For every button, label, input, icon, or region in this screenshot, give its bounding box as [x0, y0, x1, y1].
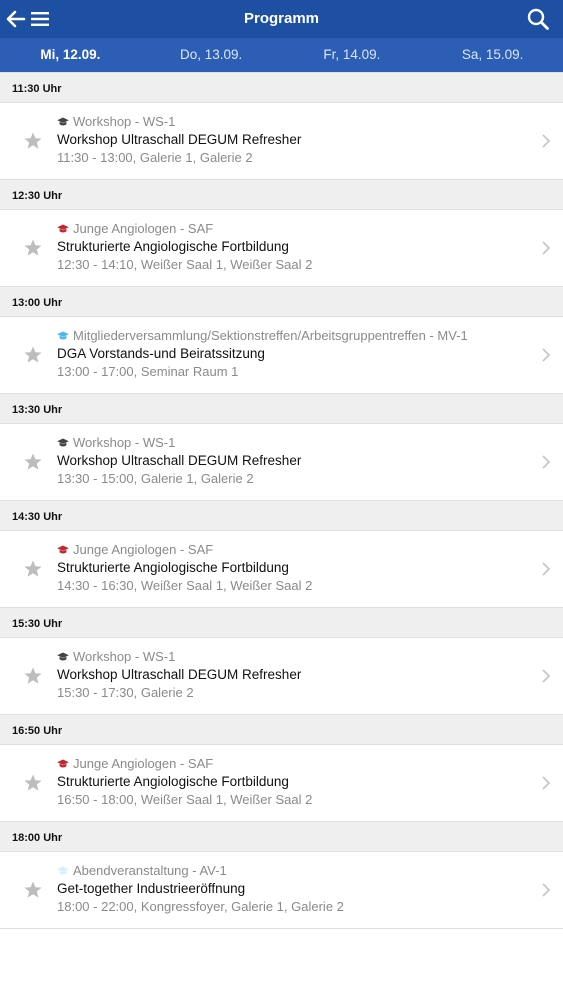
- session-details: 15:30 - 17:30, Galerie 2: [57, 685, 194, 700]
- session-category: Junge Angiologen - SAF: [57, 542, 213, 557]
- session-title: Strukturierte Angiologische Fortbildung: [57, 774, 289, 789]
- page-title: Programm: [243, 10, 320, 27]
- chevron-right-icon: [542, 883, 551, 897]
- session-row[interactable]: Junge Angiologen - SAF Strukturierte Angi…: [0, 210, 563, 286]
- session-category-label: Abendveranstaltung - AV-1: [73, 863, 227, 878]
- star-icon[interactable]: [23, 559, 43, 579]
- graduation-cap-icon: [57, 117, 69, 125]
- menu-button[interactable]: [30, 6, 50, 32]
- graduation-cap-icon: [57, 438, 69, 446]
- session-row[interactable]: Workshop - WS-1 Workshop Ultraschall DEGU…: [0, 638, 563, 714]
- search-button[interactable]: [525, 6, 551, 32]
- chevron-right-icon: [542, 241, 551, 255]
- hamburger-icon: [31, 12, 49, 26]
- session-category-label: Workshop - WS-1: [73, 435, 176, 450]
- session-category: Workshop - WS-1: [57, 114, 175, 129]
- chevron-right-icon: [542, 134, 551, 148]
- day-tab[interactable]: Sa, 15.09.: [422, 38, 563, 72]
- session-category: Junge Angiologen - SAF: [57, 756, 213, 771]
- star-icon[interactable]: [23, 452, 43, 472]
- star-icon[interactable]: [23, 880, 43, 900]
- day-tab[interactable]: Mi, 12.09.: [0, 38, 141, 72]
- day-tabs: Mi, 12.09. Do, 13.09. Fr, 14.09. Sa, 15.09.: [0, 38, 563, 72]
- session-category: Mitgliederversammlung/Sektionstreffen/Ar…: [57, 328, 468, 343]
- graduation-cap-icon: [57, 866, 69, 874]
- time-slot-header: 18:00 Uhr: [0, 821, 563, 852]
- session-title: Workshop Ultraschall DEGUM Refresher: [57, 667, 302, 682]
- session-details: 13:00 - 17:00, Seminar Raum 1: [57, 364, 239, 379]
- star-icon[interactable]: [23, 131, 43, 151]
- time-slot-header: 11:30 Uhr: [0, 72, 563, 103]
- session-details: 12:30 - 14:10, Weißer Saal 1, Weißer Saa…: [57, 257, 313, 272]
- session-row[interactable]: Workshop - WS-1 Workshop Ultraschall DEGU…: [0, 424, 563, 500]
- graduation-cap-icon: [57, 759, 69, 767]
- time-slot-header: 13:00 Uhr: [0, 286, 563, 317]
- session-list: 11:30 Uhr Workshop - WS-1 Workshop Ultrasc…: [0, 72, 563, 929]
- session-title: Workshop Ultraschall DEGUM Refresher: [57, 132, 302, 147]
- session-category: Workshop - WS-1: [57, 649, 175, 664]
- graduation-cap-icon: [57, 652, 69, 660]
- chevron-right-icon: [542, 669, 551, 683]
- session-category: Junge Angiologen - SAF: [57, 221, 213, 236]
- session-title: Workshop Ultraschall DEGUM Refresher: [57, 453, 302, 468]
- star-icon[interactable]: [23, 238, 43, 258]
- star-icon[interactable]: [23, 666, 43, 686]
- day-tab[interactable]: Fr, 14.09.: [282, 38, 423, 72]
- time-slot-header: 16:50 Uhr: [0, 714, 563, 745]
- session-category-label: Junge Angiologen - SAF: [73, 221, 214, 236]
- search-icon: [527, 8, 549, 30]
- day-tab[interactable]: Do, 13.09.: [141, 38, 282, 72]
- time-slot-header: 15:30 Uhr: [0, 607, 563, 638]
- time-slot-header: 12:30 Uhr: [0, 179, 563, 210]
- arrow-left-icon: [6, 10, 26, 28]
- chevron-right-icon: [542, 562, 551, 576]
- chevron-right-icon: [542, 348, 551, 362]
- session-title: DGA Vorstands-und Beiratssitzung: [57, 346, 265, 361]
- session-details: 16:50 - 18:00, Weißer Saal 1, Weißer Saa…: [57, 792, 313, 807]
- star-icon[interactable]: [23, 773, 43, 793]
- session-details: 11:30 - 13:00, Galerie 1, Galerie 2: [57, 150, 253, 165]
- star-icon[interactable]: [23, 345, 43, 365]
- chevron-right-icon: [542, 776, 551, 790]
- session-details: 18:00 - 22:00, Kongressfoyer, Galerie 1,…: [57, 899, 344, 914]
- chevron-right-icon: [542, 455, 551, 469]
- session-title: Strukturierte Angiologische Fortbildung: [57, 239, 289, 254]
- session-category-label: Junge Angiologen - SAF: [73, 756, 214, 771]
- session-title: Strukturierte Angiologische Fortbildung: [57, 560, 289, 575]
- session-category-label: Workshop - WS-1: [73, 649, 176, 664]
- list-divider: [0, 928, 563, 929]
- session-row[interactable]: Junge Angiologen - SAF Strukturierte Angi…: [0, 745, 563, 821]
- graduation-cap-icon: [57, 545, 69, 553]
- top-navbar: Programm: [0, 0, 563, 38]
- session-category-label: Workshop - WS-1: [73, 114, 176, 129]
- graduation-cap-icon: [57, 331, 69, 339]
- session-row[interactable]: Abendveranstaltung - AV-1 Get-together In…: [0, 852, 563, 928]
- session-category: Abendveranstaltung - AV-1: [57, 863, 227, 878]
- session-details: 14:30 - 16:30, Weißer Saal 1, Weißer Saa…: [57, 578, 313, 593]
- session-row[interactable]: Workshop - WS-1 Workshop Ultraschall DEGU…: [0, 103, 563, 179]
- session-details: 13:30 - 15:00, Galerie 1, Galerie 2: [57, 471, 254, 486]
- time-slot-header: 13:30 Uhr: [0, 393, 563, 424]
- session-category-label: Mitgliederversammlung/Sektionstreffen/Ar…: [73, 328, 468, 343]
- session-category-label: Junge Angiologen - SAF: [73, 542, 214, 557]
- session-category: Workshop - WS-1: [57, 435, 175, 450]
- time-slot-header: 14:30 Uhr: [0, 500, 563, 531]
- session-row[interactable]: Junge Angiologen - SAF Strukturierte Angi…: [0, 531, 563, 607]
- graduation-cap-icon: [57, 224, 69, 232]
- back-button[interactable]: [4, 6, 28, 32]
- session-row[interactable]: Mitgliederversammlung/Sektionstreffen/Ar…: [0, 317, 563, 393]
- session-title: Get-together Industrieeröffnung: [57, 881, 246, 896]
